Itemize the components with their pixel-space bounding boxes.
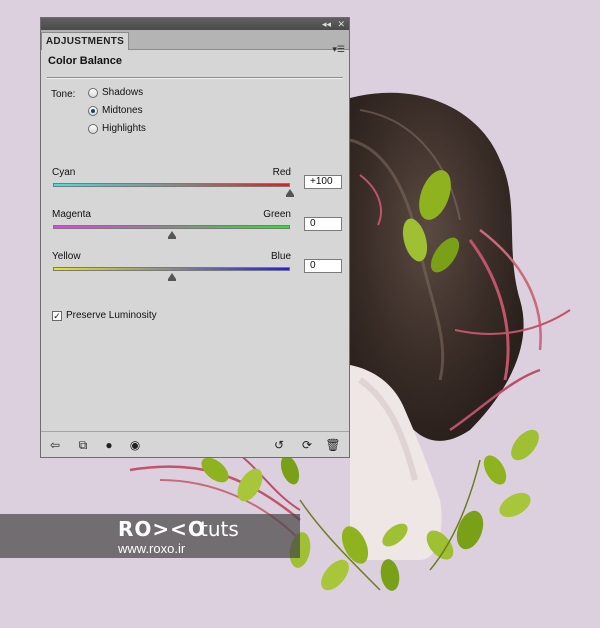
radio-midtones[interactable]: [88, 106, 98, 116]
magenta-green-slider-track[interactable]: [53, 225, 290, 229]
back-arrow-icon[interactable]: ⇦: [47, 437, 63, 453]
view-previous-icon[interactable]: ↺: [271, 437, 287, 453]
tab-row: ADJUSTMENTS ▾☰: [41, 30, 349, 54]
expand-view-icon[interactable]: ⧉: [75, 437, 91, 453]
slider-blue-label: Blue: [270, 251, 291, 262]
watermark-logo: RO><O: [118, 517, 206, 541]
panel-titlebar[interactable]: ◂◂ ✕: [41, 18, 349, 30]
cyan-red-slider-track[interactable]: [53, 183, 290, 187]
radio-shadows-label: Shadows: [102, 87, 144, 98]
eye-icon[interactable]: ◉: [127, 437, 143, 453]
radio-highlights[interactable]: [88, 124, 98, 134]
preserve-luminosity-label: Preserve Luminosity: [66, 310, 157, 321]
yellow-blue-value-input[interactable]: 0: [304, 259, 342, 273]
cyan-red-value-input[interactable]: +100: [304, 175, 342, 189]
magenta-green-value-input[interactable]: 0: [304, 217, 342, 231]
tab-adjustments[interactable]: ADJUSTMENTS: [41, 32, 129, 50]
slider-green-label: Green: [263, 209, 291, 220]
panel-menu-icon[interactable]: ▾☰: [332, 44, 345, 55]
divider: [47, 77, 343, 79]
adjustment-title: Color Balance: [48, 55, 122, 67]
watermark-url: www.roxo.ir: [118, 541, 186, 556]
magenta-green-slider-thumb[interactable]: [167, 231, 176, 239]
yellow-blue-slider-track[interactable]: [53, 267, 290, 271]
watermark-tuts: tuts: [200, 517, 239, 541]
radio-shadows[interactable]: [88, 88, 98, 98]
reset-icon[interactable]: ⟳: [299, 437, 315, 453]
collapse-icon[interactable]: ◂◂: [322, 18, 331, 30]
radio-midtones-label: Midtones: [102, 105, 143, 116]
trash-icon[interactable]: 🗑: [325, 437, 341, 453]
preserve-luminosity-checkbox[interactable]: ✓: [52, 311, 62, 321]
slider-yellow-label: Yellow: [52, 251, 81, 262]
cyan-red-slider-thumb[interactable]: [286, 189, 294, 197]
adjustments-panel: ◂◂ ✕ ADJUSTMENTS ▾☰ Color Balance Tone: …: [40, 17, 350, 458]
slider-red-label: Red: [272, 167, 291, 178]
radio-highlights-label: Highlights: [102, 123, 146, 134]
panel-footer: ⇦ ⧉ ● ◉ ↺ ⟳ 🗑: [41, 431, 349, 457]
slider-magenta-label: Magenta: [52, 209, 91, 220]
slider-cyan-label: Cyan: [52, 167, 76, 178]
close-icon[interactable]: ✕: [337, 18, 345, 30]
tone-label: Tone:: [51, 89, 76, 100]
yellow-blue-slider-thumb[interactable]: [167, 273, 176, 281]
clip-to-layer-icon[interactable]: ●: [101, 437, 117, 453]
